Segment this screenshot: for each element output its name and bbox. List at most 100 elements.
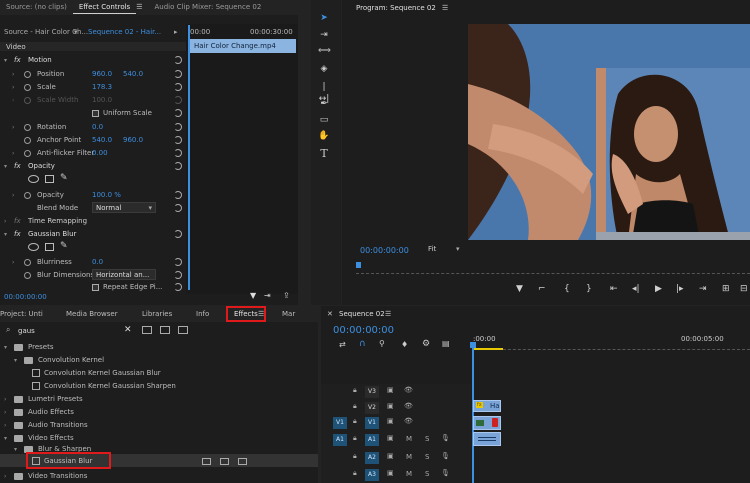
- tab-info[interactable]: Info: [196, 310, 209, 318]
- eye-icon[interactable]: 👁︎: [404, 417, 413, 425]
- ck-gaussian-sharpen-item[interactable]: Convolution Kernel Gaussian Sharpen: [44, 382, 176, 390]
- track-a3[interactable]: A3: [365, 469, 379, 481]
- lumetri-presets-item[interactable]: Lumetri Presets: [28, 395, 83, 403]
- scale-reset-icon[interactable]: [174, 83, 182, 91]
- track-v1[interactable]: V1: [365, 417, 379, 429]
- lock-icon[interactable]: 🔒︎: [353, 469, 357, 478]
- repeat-edge-reset-icon[interactable]: [174, 283, 182, 291]
- rotation-stopwatch-icon[interactable]: [24, 124, 31, 131]
- step-forward-icon[interactable]: ⇥: [699, 284, 707, 294]
- position-expand-icon[interactable]: ›: [12, 71, 14, 78]
- anti-flicker-stopwatch-icon[interactable]: [24, 150, 31, 157]
- nest-icon[interactable]: ⇄: [339, 340, 346, 349]
- mute-button[interactable]: M: [406, 453, 412, 461]
- slip-icon[interactable]: |↔|: [318, 81, 330, 104]
- position-y-value[interactable]: 540.0: [123, 70, 143, 78]
- solo-button[interactable]: S: [425, 453, 429, 461]
- pen-mask-icon[interactable]: ✎: [60, 173, 68, 183]
- gb-pen-mask-icon[interactable]: ✎: [60, 241, 68, 251]
- blur-sharpen-expand-icon[interactable]: ▾: [14, 446, 17, 453]
- blur-dimensions-reset-icon[interactable]: [174, 271, 182, 279]
- lock-icon[interactable]: 🔒︎: [353, 386, 357, 395]
- video-effects-expand-icon[interactable]: ▾: [4, 435, 7, 442]
- play-only-audio-icon[interactable]: ⇥: [264, 291, 271, 300]
- video-transitions-expand-icon[interactable]: ›: [4, 473, 6, 480]
- tab-media-browser[interactable]: Media Browser: [66, 310, 118, 318]
- ec-clip-bar[interactable]: Hair Color Change.mp4: [190, 39, 296, 53]
- ellipse-mask-icon[interactable]: [28, 175, 39, 183]
- wrench-icon[interactable]: ⚙: [422, 339, 430, 349]
- effects-search-input[interactable]: gaus: [18, 327, 35, 335]
- anchor-stopwatch-icon[interactable]: [24, 137, 31, 144]
- anti-flicker-expand-icon[interactable]: ›: [12, 150, 14, 157]
- video-transitions-item[interactable]: Video Transitions: [28, 472, 87, 480]
- blend-mode-reset-icon[interactable]: [174, 204, 182, 212]
- ec-current-time[interactable]: 00:00:00:00: [4, 293, 47, 301]
- type-icon[interactable]: T: [318, 148, 330, 160]
- program-tab[interactable]: Program: Sequence 02: [356, 4, 436, 12]
- ripple-edit-icon[interactable]: ⟺: [318, 45, 331, 57]
- convolution-expand-icon[interactable]: ▾: [14, 357, 17, 364]
- sequence-tab[interactable]: Sequence 02: [339, 310, 385, 318]
- hand-icon[interactable]: ✋: [318, 130, 330, 142]
- time-remap-expand-icon[interactable]: ›: [4, 218, 6, 225]
- rotation-value[interactable]: 0.0: [92, 123, 103, 131]
- blur-dimensions-stopwatch-icon[interactable]: [24, 272, 31, 279]
- mark-out-icon[interactable]: {: [564, 284, 570, 294]
- motion-reset-icon[interactable]: [174, 56, 182, 64]
- yuv-effects-icon[interactable]: [178, 326, 188, 334]
- ec-playhead[interactable]: [188, 25, 190, 290]
- opacity-value[interactable]: 100.0 %: [92, 191, 121, 199]
- play-audio-icon[interactable]: ▸: [174, 28, 178, 36]
- program-timecode[interactable]: 00:00:00:00: [360, 246, 409, 255]
- gb-ellipse-mask-icon[interactable]: [28, 243, 39, 251]
- position-reset-icon[interactable]: [174, 70, 182, 78]
- lock-icon[interactable]: 🔒︎: [353, 417, 357, 426]
- playhead-head[interactable]: [470, 342, 476, 348]
- rectangle-icon[interactable]: ▭: [318, 114, 330, 126]
- linked-selection-icon[interactable]: ⚲: [379, 339, 385, 348]
- step-back-icon[interactable]: ⇤: [610, 284, 618, 294]
- source-patch-v1[interactable]: V1: [333, 417, 347, 429]
- track-a1[interactable]: A1: [365, 434, 379, 446]
- filter-icon[interactable]: ▼: [250, 291, 256, 300]
- repeat-edge-checkbox[interactable]: [92, 284, 99, 291]
- zoom-dropdown[interactable]: Fit ▾: [426, 244, 466, 255]
- mark-in-icon[interactable]: ⌐: [538, 284, 546, 294]
- anti-flicker-value[interactable]: 0.00: [92, 149, 108, 157]
- source-patch-a1[interactable]: A1: [333, 434, 347, 446]
- track-v2[interactable]: V2: [365, 402, 379, 414]
- overwrite-icon[interactable]: ⊟: [740, 284, 748, 294]
- uniform-scale-checkbox[interactable]: [92, 110, 99, 117]
- sync-lock-icon[interactable]: ▣: [387, 417, 394, 425]
- master-clip-chevron-icon[interactable]: ▾: [74, 28, 78, 36]
- fx-badge-opacity[interactable]: fx: [14, 162, 21, 170]
- 32bit-effects-icon[interactable]: [160, 326, 170, 334]
- sync-lock-icon[interactable]: ▣: [387, 469, 394, 477]
- timeline-ruler[interactable]: [473, 344, 750, 350]
- audio-effects-expand-icon[interactable]: ›: [4, 409, 6, 416]
- blur-dimensions-dropdown[interactable]: Horizontal an...: [92, 269, 156, 280]
- close-sequence-icon[interactable]: ✕: [327, 310, 333, 318]
- program-time-ruler[interactable]: [356, 266, 750, 274]
- gaussian-blur-item[interactable]: Gaussian Blur: [44, 457, 92, 465]
- anchor-reset-icon[interactable]: [174, 136, 182, 144]
- rotation-expand-icon[interactable]: ›: [12, 124, 14, 131]
- effects-menu-icon[interactable]: ☰: [258, 310, 264, 318]
- track-select-icon[interactable]: ⇥: [318, 29, 330, 41]
- scale-stopwatch-icon[interactable]: [24, 84, 31, 91]
- accelerated-effects-icon[interactable]: [142, 326, 152, 334]
- anchor-x-value[interactable]: 540.0: [92, 136, 112, 144]
- video-effects-item[interactable]: Video Effects: [28, 434, 74, 442]
- gaussian-blur-reset-icon[interactable]: [174, 230, 182, 238]
- marker-icon[interactable]: ♦: [401, 340, 408, 349]
- clip-a1[interactable]: [473, 432, 501, 446]
- step-back-frame-icon[interactable]: ◂|: [632, 284, 640, 294]
- blend-mode-dropdown[interactable]: Normal ▾: [92, 202, 156, 213]
- rectangle-mask-icon[interactable]: [45, 175, 54, 183]
- sync-lock-icon[interactable]: ▣: [387, 386, 394, 394]
- step-forward-frame-icon[interactable]: |▸: [676, 284, 684, 294]
- clip-v1[interactable]: [473, 416, 501, 430]
- opacity-expand-icon[interactable]: ▾: [4, 163, 7, 170]
- microphone-icon[interactable]: 🎙︎: [441, 452, 450, 460]
